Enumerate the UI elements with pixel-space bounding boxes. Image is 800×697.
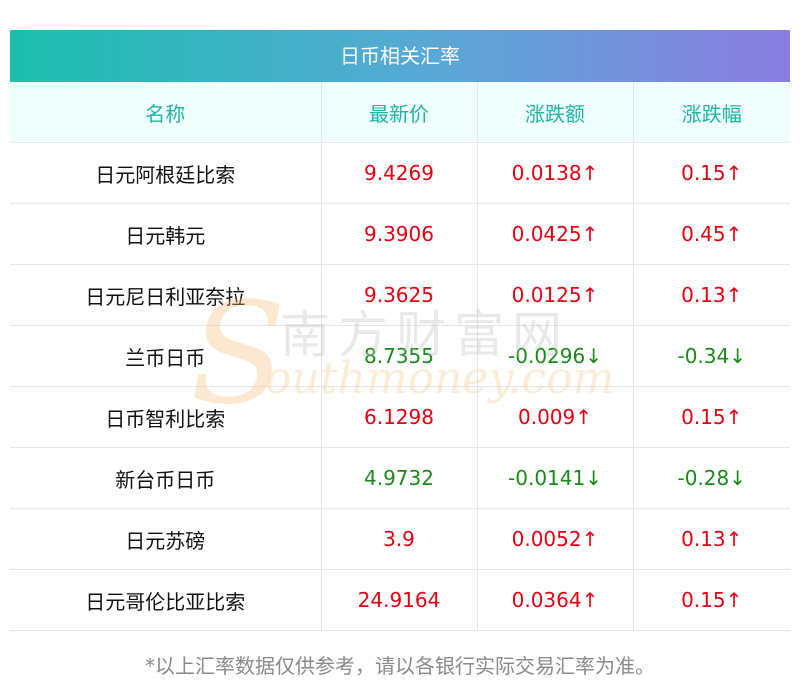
cell-name: 日元苏磅 (10, 508, 322, 570)
table-row: 日元阿根廷比索 9.4269 0.0138↑ 0.15↑ (10, 142, 790, 204)
cell-price: 8.7355 (321, 325, 478, 387)
cell-change: 0.0364↑ (477, 569, 634, 631)
cell-name: 日元阿根廷比索 (10, 142, 322, 204)
cell-pct: 0.15↑ (633, 386, 790, 448)
cell-name: 日元哥伦比亚比索 (10, 569, 322, 631)
cell-price: 3.9 (321, 508, 478, 570)
header-name: 名称 (10, 82, 322, 143)
header-price: 最新价 (321, 82, 478, 143)
table-title: 日币相关汇率 (10, 30, 790, 82)
cell-pct: 0.13↑ (633, 264, 790, 326)
cell-pct: -0.28↓ (633, 447, 790, 509)
table-row: 日元苏磅 3.9 0.0052↑ 0.13↑ (10, 508, 790, 570)
rate-table-card: 日币相关汇率 名称 最新价 涨跌额 涨跌幅 日元阿根廷比索 9.4269 0.013… (10, 30, 790, 631)
cell-price: 9.3625 (321, 264, 478, 326)
cell-name: 日币智利比索 (10, 386, 322, 448)
cell-pct: 0.15↑ (633, 569, 790, 631)
cell-price: 6.1298 (321, 386, 478, 448)
table-row: 新台币日币 4.9732 -0.0141↓ -0.28↓ (10, 447, 790, 509)
cell-change: 0.0138↑ (477, 142, 634, 204)
table-header-row: 名称 最新价 涨跌额 涨跌幅 (10, 82, 790, 143)
cell-change: -0.0296↓ (477, 325, 634, 387)
cell-name: 日元尼日利亚奈拉 (10, 264, 322, 326)
cell-change: -0.0141↓ (477, 447, 634, 509)
cell-price: 4.9732 (321, 447, 478, 509)
cell-name: 兰币日币 (10, 325, 322, 387)
cell-pct: 0.45↑ (633, 203, 790, 265)
header-change: 涨跌额 (477, 82, 634, 143)
table-row: 日元尼日利亚奈拉 9.3625 0.0125↑ 0.13↑ (10, 264, 790, 326)
cell-change: 0.009↑ (477, 386, 634, 448)
cell-name: 日元韩元 (10, 203, 322, 265)
cell-pct: 0.13↑ (633, 508, 790, 570)
cell-price: 9.4269 (321, 142, 478, 204)
table-row: 日元韩元 9.3906 0.0425↑ 0.45↑ (10, 203, 790, 265)
cell-pct: -0.34↓ (633, 325, 790, 387)
cell-change: 0.0125↑ (477, 264, 634, 326)
table-row: 日元哥伦比亚比索 24.9164 0.0364↑ 0.15↑ (10, 569, 790, 631)
cell-name: 新台币日币 (10, 447, 322, 509)
cell-pct: 0.15↑ (633, 142, 790, 204)
table-row: 兰币日币 8.7355 -0.0296↓ -0.34↓ (10, 325, 790, 387)
table-row: 日币智利比索 6.1298 0.009↑ 0.15↑ (10, 386, 790, 448)
disclaimer-note: *以上汇率数据仅供参考，请以各银行实际交易汇率为准。 (145, 654, 655, 678)
cell-price: 24.9164 (321, 569, 478, 631)
header-pct: 涨跌幅 (633, 82, 790, 143)
cell-price: 9.3906 (321, 203, 478, 265)
cell-change: 0.0425↑ (477, 203, 634, 265)
cell-change: 0.0052↑ (477, 508, 634, 570)
rate-table: 名称 最新价 涨跌额 涨跌幅 日元阿根廷比索 9.4269 0.0138↑ 0.15↑… (10, 82, 790, 631)
